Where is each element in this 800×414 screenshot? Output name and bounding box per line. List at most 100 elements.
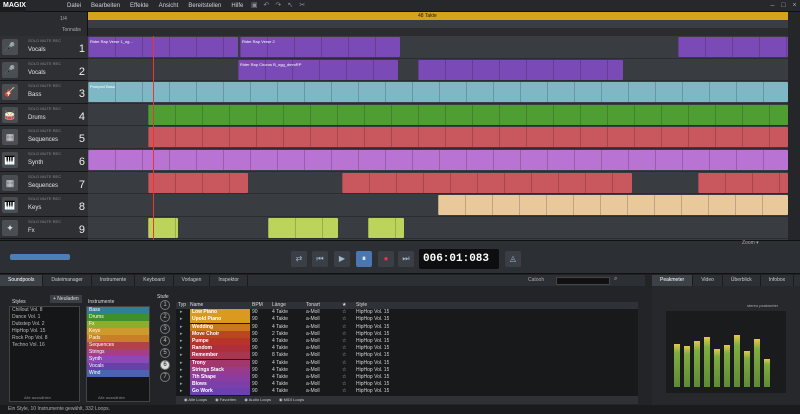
table-row[interactable]: ▸ Go Work 90 4 Takte a-Moll ☆ HipHop Vol. 15 <box>176 388 638 396</box>
favorite-icon[interactable]: ☆ <box>342 309 346 316</box>
track-header[interactable]: 🎸 SOLO MUTE REC Bass 3 <box>0 81 88 104</box>
audio-clip[interactable]: Rider Rap Chorus B_ogg_dmmRP <box>238 59 398 80</box>
style-item[interactable]: Dance Vol. 1 <box>10 314 79 321</box>
favorite-icon[interactable]: ☆ <box>342 338 346 345</box>
stufe-4[interactable]: 4 <box>160 336 170 346</box>
track-buttons[interactable]: SOLO MUTE REC <box>28 219 61 224</box>
track-header[interactable]: ✦ SOLO MUTE REC Fx 9 <box>0 216 88 240</box>
record-icon[interactable]: ● <box>378 251 394 267</box>
menu-effekte[interactable]: Effekte <box>125 0 154 12</box>
audio-clip[interactable]: Rider Rap Verse 2 <box>240 37 400 57</box>
audio-clip[interactable] <box>148 172 248 193</box>
track-lane[interactable] <box>88 149 788 172</box>
zoom-control[interactable]: Zoom ▾ <box>742 240 759 246</box>
track-header[interactable]: ▦ SOLO MUTE REC Sequences 5 <box>0 126 88 149</box>
filter-audio-loops[interactable]: ◉ Audio Loops <box>244 397 271 402</box>
instrument-item[interactable]: Vocals <box>87 363 149 370</box>
track-buttons[interactable]: SOLO MUTE REC <box>28 106 61 111</box>
instrument-item[interactable]: Pads <box>87 335 149 342</box>
cut-icon[interactable]: ✂ <box>297 1 307 11</box>
favorite-icon[interactable]: ☆ <box>342 324 346 331</box>
tab-infobox[interactable]: Infobox <box>761 275 795 286</box>
track-lane[interactable] <box>88 217 788 240</box>
track-lane[interactable] <box>88 194 788 217</box>
search-icon[interactable]: ⌕ <box>614 276 617 283</box>
instrument-item[interactable]: Wind <box>87 370 149 377</box>
toolbar-icon[interactable] <box>27 1 61 11</box>
track-lane[interactable] <box>88 126 788 149</box>
filter-midi-loops[interactable]: ◉ MIDI Loops <box>279 397 304 402</box>
search-input[interactable] <box>556 277 610 285</box>
track-buttons[interactable]: SOLO MUTE REC <box>28 151 61 156</box>
column-header[interactable]: Name <box>190 302 203 309</box>
stufe-7[interactable]: 7 <box>160 372 170 382</box>
instrument-item[interactable]: Synth <box>87 356 149 363</box>
stufe-2[interactable]: 2 <box>160 312 170 322</box>
tab-instrumente[interactable]: Instrumente <box>92 275 136 286</box>
menu-ansicht[interactable]: Ansicht <box>154 0 184 12</box>
track-header[interactable]: ▦ SOLO MUTE REC Sequences 7 <box>0 171 88 195</box>
favorite-icon[interactable]: ☆ <box>342 374 346 381</box>
favorite-icon[interactable]: ☆ <box>342 331 346 338</box>
table-row[interactable]: ▸ Wedding 90 4 Takte a-Moll ☆ HipHop Vol. 15 <box>176 323 638 331</box>
tab-überblick[interactable]: Überblick <box>723 275 761 286</box>
favorite-icon[interactable]: ☆ <box>342 345 346 352</box>
vertical-scrollbar[interactable] <box>788 12 800 240</box>
table-row[interactable]: ▸ Strings Stack 90 4 Takte a-Moll ☆ HipHop Vol… <box>176 366 638 374</box>
playhead[interactable] <box>153 36 154 240</box>
favorite-icon[interactable]: ☆ <box>342 352 346 359</box>
arranger[interactable]: Rider Rap Verse 1_og... Rider Rap Verse 2… <box>88 36 788 240</box>
stufe-1[interactable]: 1 <box>160 300 170 310</box>
close-icon[interactable]: × <box>789 1 800 11</box>
track-buttons[interactable]: SOLO MUTE REC <box>28 128 61 133</box>
track-buttons[interactable]: SOLO MUTE REC <box>28 174 61 179</box>
audio-clip[interactable] <box>698 172 788 193</box>
audio-clip[interactable]: Rider Rap Verse 1_og... <box>88 37 238 57</box>
track-lane[interactable]: Rider Rap Chorus B_ogg_dmmRP <box>88 59 788 82</box>
favorite-icon[interactable]: ☆ <box>342 388 346 395</box>
audio-clip[interactable] <box>678 37 788 57</box>
stufe-6[interactable]: 6 <box>160 360 170 370</box>
track-buttons[interactable]: SOLO MUTE REC <box>28 38 61 43</box>
audio-clip[interactable] <box>418 59 623 80</box>
time-signature[interactable]: 1/4 <box>60 16 67 22</box>
menu-bearbeiten[interactable]: Bearbeiten <box>86 0 125 12</box>
track-lane[interactable]: Rider Rap Verse 1_og... Rider Rap Verse 2 <box>88 36 788 59</box>
pause-icon[interactable]: ⏸ <box>356 251 372 267</box>
master-volume-slider[interactable] <box>10 254 70 260</box>
instruments-select-all[interactable]: Alle auswählen <box>98 395 125 400</box>
table-row[interactable]: ▸ Low Piano 90 4 Takte a-Moll ☆ HipHop Vol. 15 <box>176 309 638 317</box>
table-row[interactable]: ▸ Remember 90 8 Takte a-Moll ☆ HipHop Vol. 15 <box>176 352 638 360</box>
favorite-icon[interactable]: ☆ <box>342 360 346 367</box>
audio-clip[interactable] <box>368 217 404 238</box>
instrument-item[interactable]: Drums <box>87 314 149 321</box>
save-icon[interactable]: ▣ <box>249 1 259 11</box>
instrument-item[interactable]: Bass <box>87 307 149 314</box>
tab-inspektor[interactable]: Inspektor <box>210 275 248 286</box>
tab-vorlagen[interactable]: Vorlagen <box>174 275 211 286</box>
style-item[interactable]: Rock Pop Vol. 8 <box>10 335 79 342</box>
tab-keyboard[interactable]: Keyboard <box>135 275 174 286</box>
style-item[interactable]: Dubstep Vol. 2 <box>10 321 79 328</box>
stufe-5[interactable]: 5 <box>160 348 170 358</box>
audio-clip[interactable] <box>88 150 788 170</box>
instrument-item[interactable]: Keys <box>87 328 149 335</box>
timeline-ruler[interactable]: 48 Takte <box>88 12 788 36</box>
table-row[interactable]: ▸ Upold Piano 90 4 Takte a-Moll ☆ HipHop Vol. … <box>176 316 638 324</box>
audio-clip[interactable]: Pumped Bass <box>88 82 788 103</box>
styles-select-all[interactable]: Alle auswählen <box>24 395 51 400</box>
loop-icon[interactable]: ⇄ <box>291 251 307 267</box>
column-header[interactable]: Tonart <box>306 302 320 309</box>
table-row[interactable]: ▸ Trony 90 4 Takte a-Moll ☆ HipHop Vol. 15 <box>176 359 638 367</box>
play-icon[interactable]: ▶ <box>334 251 350 267</box>
instrument-item[interactable]: Fx <box>87 321 149 328</box>
track-header[interactable]: 🎤 SOLO MUTE REC Vocals 2 <box>0 58 88 82</box>
tab-soundpools[interactable]: Soundpools <box>0 275 44 286</box>
audio-clip[interactable] <box>148 127 788 148</box>
catooh-link[interactable]: Catooh <box>528 277 544 283</box>
maximize-icon[interactable]: □ <box>778 1 789 11</box>
style-item[interactable]: Chillout Vol. 8 <box>10 307 79 314</box>
loop-range-bar[interactable]: 48 Takte <box>88 12 788 20</box>
metronome-icon[interactable]: ◬ <box>505 251 521 267</box>
track-buttons[interactable]: SOLO MUTE REC <box>28 61 61 66</box>
